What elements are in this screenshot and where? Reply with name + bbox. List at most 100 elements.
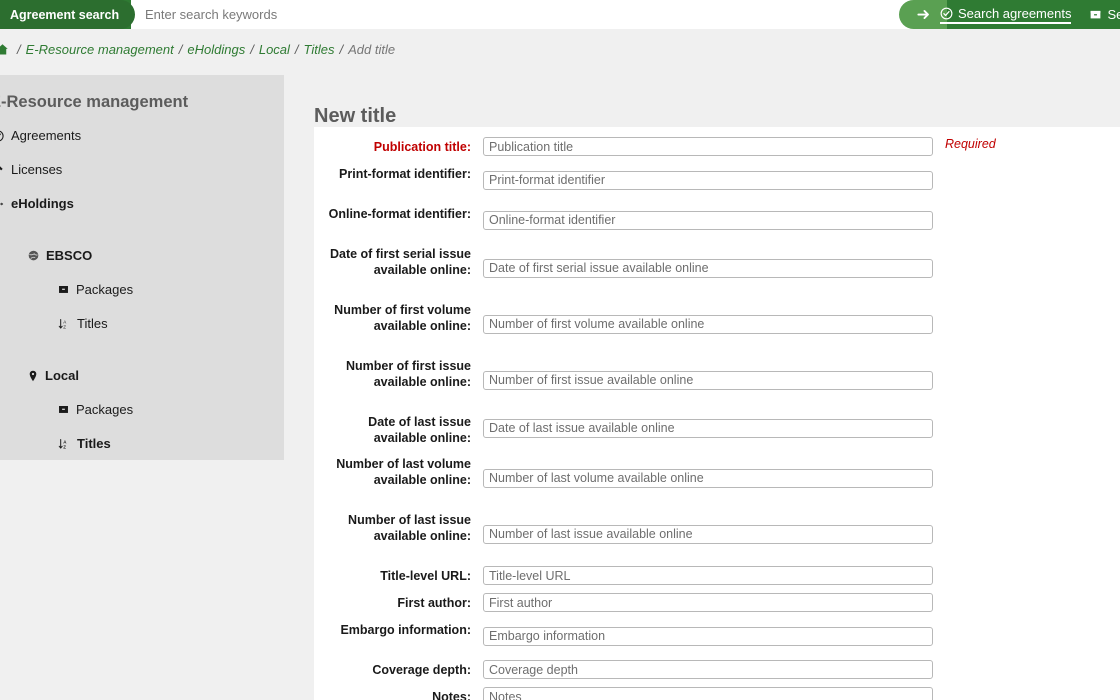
breadcrumb-item-eholdings[interactable]: eHoldings [187,42,245,57]
field-input[interactable] [483,566,933,585]
search-scope-pill[interactable]: Agreement search [0,0,135,29]
breadcrumb-separator: / [179,42,183,57]
form-row: Notes: [314,687,1120,700]
breadcrumb-item-local[interactable]: Local [259,42,290,57]
new-title-form: Publication title:RequiredPrint-format i… [314,127,1120,700]
breadcrumb-item-titles[interactable]: Titles [304,42,335,57]
package-box-icon [58,404,69,415]
field-label: Number of last issue available online: [314,510,471,544]
field-input-cell [471,204,933,236]
field-input-cell [471,244,933,292]
form-row: Coverage depth: [314,660,1120,679]
field-input[interactable] [483,315,933,334]
arrow-right-icon [916,7,931,22]
top-search-bar: Agreement search Search agreements [0,0,1120,29]
svg-text:A: A [63,319,66,324]
field-input-cell [471,454,933,502]
field-input[interactable] [483,469,933,488]
breadcrumb-item-e-resource-management[interactable]: E-Resource management [26,42,174,57]
form-row: Date of first serial issue available onl… [314,244,1120,292]
search-scope-label: Agreement search [10,8,119,22]
main-content: New title Publication title:RequiredPrin… [284,70,1120,700]
sidebar: E-Resource management Agreements License… [0,75,284,460]
form-row: Number of last issue available online: [314,510,1120,558]
sidebar-item-licenses[interactable]: Licenses [0,159,284,180]
sidebar-item-label: Agreements [11,128,81,143]
topbar-links: Search agreements Search packages [940,0,1120,29]
field-input-cell [471,356,933,404]
field-input[interactable] [483,525,933,544]
field-label: Publication title: [314,137,471,155]
field-label: Date of first serial issue available onl… [314,244,471,278]
field-label: Title-level URL: [314,566,471,584]
field-input-cell [471,412,933,444]
search-input[interactable] [143,1,883,28]
sidebar-item-label: Local [45,368,79,383]
sidebar-item-local-titles[interactable]: A Z Titles [58,433,284,454]
field-input[interactable] [483,137,933,156]
svg-text:Z: Z [63,444,66,449]
svg-text:Z: Z [63,324,66,329]
sidebar-item-label: Licenses [11,162,62,177]
sidebar-item-label: Packages [76,402,133,417]
field-input-cell [471,300,933,348]
field-input-cell [471,620,933,652]
form-row: First author: [314,593,1120,612]
sidebar-item-ebsco-packages[interactable]: Packages [58,279,284,300]
form-row: Online-format identifier: [314,204,1120,236]
page-title: New title [314,105,396,128]
breadcrumb-separator: / [340,42,344,57]
form-row: Print-format identifier: [314,164,1120,196]
field-label: Print-format identifier: [314,164,471,182]
field-input[interactable] [483,371,933,390]
sidebar-item-label: Titles [77,316,108,331]
topbar-link-search-agreements[interactable]: Search agreements [940,6,1071,24]
field-label: Date of last issue available online: [314,412,471,446]
form-row: Title-level URL: [314,566,1120,585]
package-box-icon [1089,8,1102,21]
svg-text:A: A [63,439,67,444]
field-input-cell [471,593,933,612]
form-row: Number of first volume available online: [314,300,1120,348]
sidebar-item-eholdings[interactable]: eHoldings [0,193,284,214]
breadcrumb: / E-Resource management / eHoldings / Lo… [0,29,1120,70]
breadcrumb-separator: / [295,42,299,57]
field-input[interactable] [483,211,933,230]
sidebar-item-local-packages[interactable]: Packages [58,399,284,420]
sidebar-spacer [0,334,284,350]
package-box-icon [58,284,69,295]
gavel-icon [0,164,4,176]
breadcrumb-separator: / [17,42,21,57]
field-input-cell [471,660,933,679]
sidebar-item-label: Packages [76,282,133,297]
sidebar-item-agreements[interactable]: Agreements [0,125,284,146]
field-input[interactable] [483,171,933,190]
form-row: Embargo information: [314,620,1120,652]
field-label: Online-format identifier: [314,204,471,222]
form-row: Number of first issue available online: [314,356,1120,404]
sidebar-item-ebsco[interactable]: EBSCO [28,245,284,266]
search-field-wrapper [131,0,937,29]
topbar-link-search-packages[interactable]: Search packages [1089,7,1120,22]
field-input-cell [471,510,933,558]
sidebar-item-ebsco-titles[interactable]: A Z Titles [58,313,284,334]
check-circle-icon [0,130,4,142]
field-input-cell [471,164,933,196]
field-label: First author: [314,593,471,611]
move-arrows-icon [0,198,4,210]
field-input[interactable] [483,259,933,278]
breadcrumb-separator: / [250,42,254,57]
field-input[interactable] [483,593,933,612]
field-input[interactable] [483,419,933,438]
home-icon[interactable] [0,43,9,56]
field-input[interactable] [483,687,933,700]
field-input[interactable] [483,627,933,646]
field-input[interactable] [483,660,933,679]
breadcrumb-item-add-title: Add title [348,42,395,57]
field-label: Notes: [314,687,471,700]
sidebar-item-label: EBSCO [46,248,92,263]
field-label: Number of first issue available online: [314,356,471,390]
sidebar-item-label: eHoldings [11,196,74,211]
field-label: Embargo information: [314,620,471,638]
sidebar-item-local[interactable]: Local [28,365,284,386]
